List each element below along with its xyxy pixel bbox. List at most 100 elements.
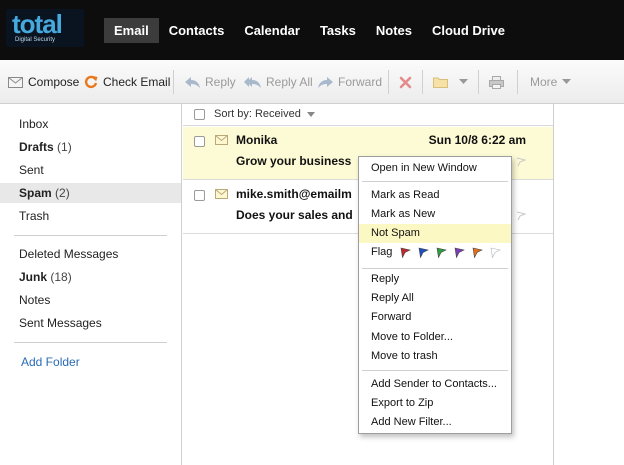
menu-separator bbox=[362, 268, 508, 269]
message-subject: Grow your business bbox=[236, 154, 352, 168]
menu-mark-as-read[interactable]: Mark as Read bbox=[359, 186, 511, 205]
folder-notes[interactable]: Notes bbox=[0, 290, 181, 310]
menu-open-new-window[interactable]: Open in New Window bbox=[359, 159, 511, 178]
flag-color-icon[interactable] bbox=[400, 247, 411, 258]
context-menu: Open in New Window Mark as Read Mark as … bbox=[358, 156, 512, 434]
flag-color-icon[interactable] bbox=[418, 247, 429, 258]
message-sender: Monika bbox=[236, 133, 278, 147]
check-email-button[interactable]: Check Email bbox=[84, 73, 170, 91]
folder-deleted-messages[interactable]: Deleted Messages bbox=[0, 244, 181, 264]
chevron-down-icon bbox=[306, 112, 315, 117]
sidebar-divider bbox=[14, 235, 167, 236]
toolbar-divider bbox=[478, 70, 479, 94]
delete-x-icon bbox=[399, 76, 412, 88]
tab-notes[interactable]: Notes bbox=[366, 18, 422, 43]
folder-count: (1) bbox=[57, 140, 72, 154]
folder-label: Deleted Messages bbox=[19, 247, 119, 261]
top-bar: total Digital Security Email Contacts Ca… bbox=[0, 0, 624, 60]
reply-button[interactable]: Reply bbox=[185, 73, 236, 91]
folder-sidebar: Inbox Drafts (1) Sent Spam (2) Trash Del… bbox=[0, 104, 182, 465]
envelope-icon bbox=[215, 189, 228, 199]
print-button[interactable] bbox=[489, 73, 509, 91]
tab-tasks[interactable]: Tasks bbox=[310, 18, 366, 43]
brand-logo[interactable]: total Digital Security bbox=[6, 9, 84, 47]
printer-icon bbox=[489, 75, 504, 89]
folder-junk[interactable]: Junk (18) bbox=[0, 267, 181, 287]
compose-button[interactable]: Compose bbox=[8, 73, 79, 91]
menu-forward[interactable]: Forward bbox=[359, 308, 511, 327]
folder-drafts[interactable]: Drafts (1) bbox=[0, 137, 181, 157]
toolbar-divider bbox=[388, 70, 389, 94]
reply-all-icon bbox=[244, 76, 261, 88]
check-email-label: Check Email bbox=[103, 75, 171, 89]
forward-button[interactable]: Forward bbox=[318, 73, 382, 91]
select-all-checkbox[interactable] bbox=[194, 109, 205, 120]
message-checkbox[interactable] bbox=[194, 136, 205, 147]
compose-label: Compose bbox=[28, 75, 80, 89]
menu-flag-row: Flag bbox=[359, 243, 511, 262]
flag-outline-icon[interactable] bbox=[516, 157, 526, 167]
menu-mark-as-new[interactable]: Mark as New bbox=[359, 205, 511, 224]
chevron-down-icon bbox=[459, 79, 468, 84]
folder-trash[interactable]: Trash bbox=[0, 206, 181, 226]
sort-dropdown[interactable]: Sort by: Received bbox=[214, 108, 315, 120]
tab-contacts[interactable]: Contacts bbox=[159, 18, 235, 43]
flag-outline-icon[interactable] bbox=[516, 211, 526, 221]
flag-color-icon[interactable] bbox=[490, 247, 501, 258]
menu-separator bbox=[362, 370, 508, 371]
menu-not-spam[interactable]: Not Spam bbox=[359, 224, 511, 243]
logo-tagline: Digital Security bbox=[15, 37, 56, 43]
folder-label: Drafts bbox=[19, 140, 54, 154]
folder-sent[interactable]: Sent bbox=[0, 160, 181, 180]
envelope-icon bbox=[8, 76, 23, 88]
delete-button[interactable] bbox=[399, 73, 417, 91]
folder-label: Notes bbox=[19, 293, 51, 307]
menu-export-to-zip[interactable]: Export to Zip bbox=[359, 394, 511, 413]
sort-label: Sort by: Received bbox=[214, 108, 301, 120]
folder-label: Inbox bbox=[19, 117, 49, 131]
logo-wordmark: total bbox=[12, 9, 63, 39]
sidebar-divider bbox=[14, 342, 167, 343]
more-button[interactable]: More bbox=[530, 73, 576, 91]
flag-label: Flag bbox=[371, 246, 393, 258]
folder-count: (18) bbox=[50, 270, 72, 284]
reply-all-button[interactable]: Reply All bbox=[244, 73, 313, 91]
folder-spam[interactable]: Spam (2) bbox=[0, 183, 181, 203]
flag-color-icon[interactable] bbox=[472, 247, 483, 258]
reply-all-label: Reply All bbox=[266, 75, 313, 89]
folder-label: Junk bbox=[19, 270, 48, 284]
folder-inbox[interactable]: Inbox bbox=[0, 114, 181, 134]
refresh-icon bbox=[84, 75, 98, 89]
menu-add-sender-to-contacts[interactable]: Add Sender to Contacts... bbox=[359, 375, 511, 394]
forward-icon bbox=[318, 76, 333, 88]
menu-move-to-trash[interactable]: Move to trash bbox=[359, 347, 511, 366]
envelope-icon bbox=[215, 135, 228, 145]
mail-app: total Digital Security Email Contacts Ca… bbox=[0, 0, 624, 465]
folder-sent-messages[interactable]: Sent Messages bbox=[0, 313, 181, 333]
flag-color-icon[interactable] bbox=[436, 247, 447, 258]
folder-label: Trash bbox=[19, 209, 50, 223]
toolbar-divider bbox=[517, 70, 518, 94]
message-date: Sun 10/8 6:22 am bbox=[428, 133, 526, 147]
tab-calendar[interactable]: Calendar bbox=[234, 18, 310, 43]
move-to-folder-button[interactable] bbox=[433, 73, 473, 91]
tab-email[interactable]: Email bbox=[104, 18, 159, 43]
message-sender: mike.smith@emailm bbox=[236, 187, 352, 201]
menu-move-to-folder[interactable]: Move to Folder... bbox=[359, 328, 511, 347]
folder-label: Spam bbox=[19, 186, 52, 200]
toolbar-divider bbox=[173, 70, 174, 94]
reading-pane bbox=[553, 104, 624, 465]
message-checkbox[interactable] bbox=[194, 190, 205, 201]
tab-cloud-drive[interactable]: Cloud Drive bbox=[422, 18, 515, 43]
folder-label: Sent Messages bbox=[19, 316, 102, 330]
menu-add-new-filter[interactable]: Add New Filter... bbox=[359, 413, 511, 432]
add-folder-link[interactable]: Add Folder bbox=[21, 355, 80, 369]
menu-reply[interactable]: Reply bbox=[359, 270, 511, 289]
reply-label: Reply bbox=[205, 75, 236, 89]
forward-label: Forward bbox=[338, 75, 383, 89]
folder-icon bbox=[433, 77, 448, 88]
message-subject: Does your sales and bbox=[236, 208, 353, 222]
flag-color-icon[interactable] bbox=[454, 247, 465, 258]
menu-reply-all[interactable]: Reply All bbox=[359, 289, 511, 308]
toolbar-divider bbox=[422, 70, 423, 94]
